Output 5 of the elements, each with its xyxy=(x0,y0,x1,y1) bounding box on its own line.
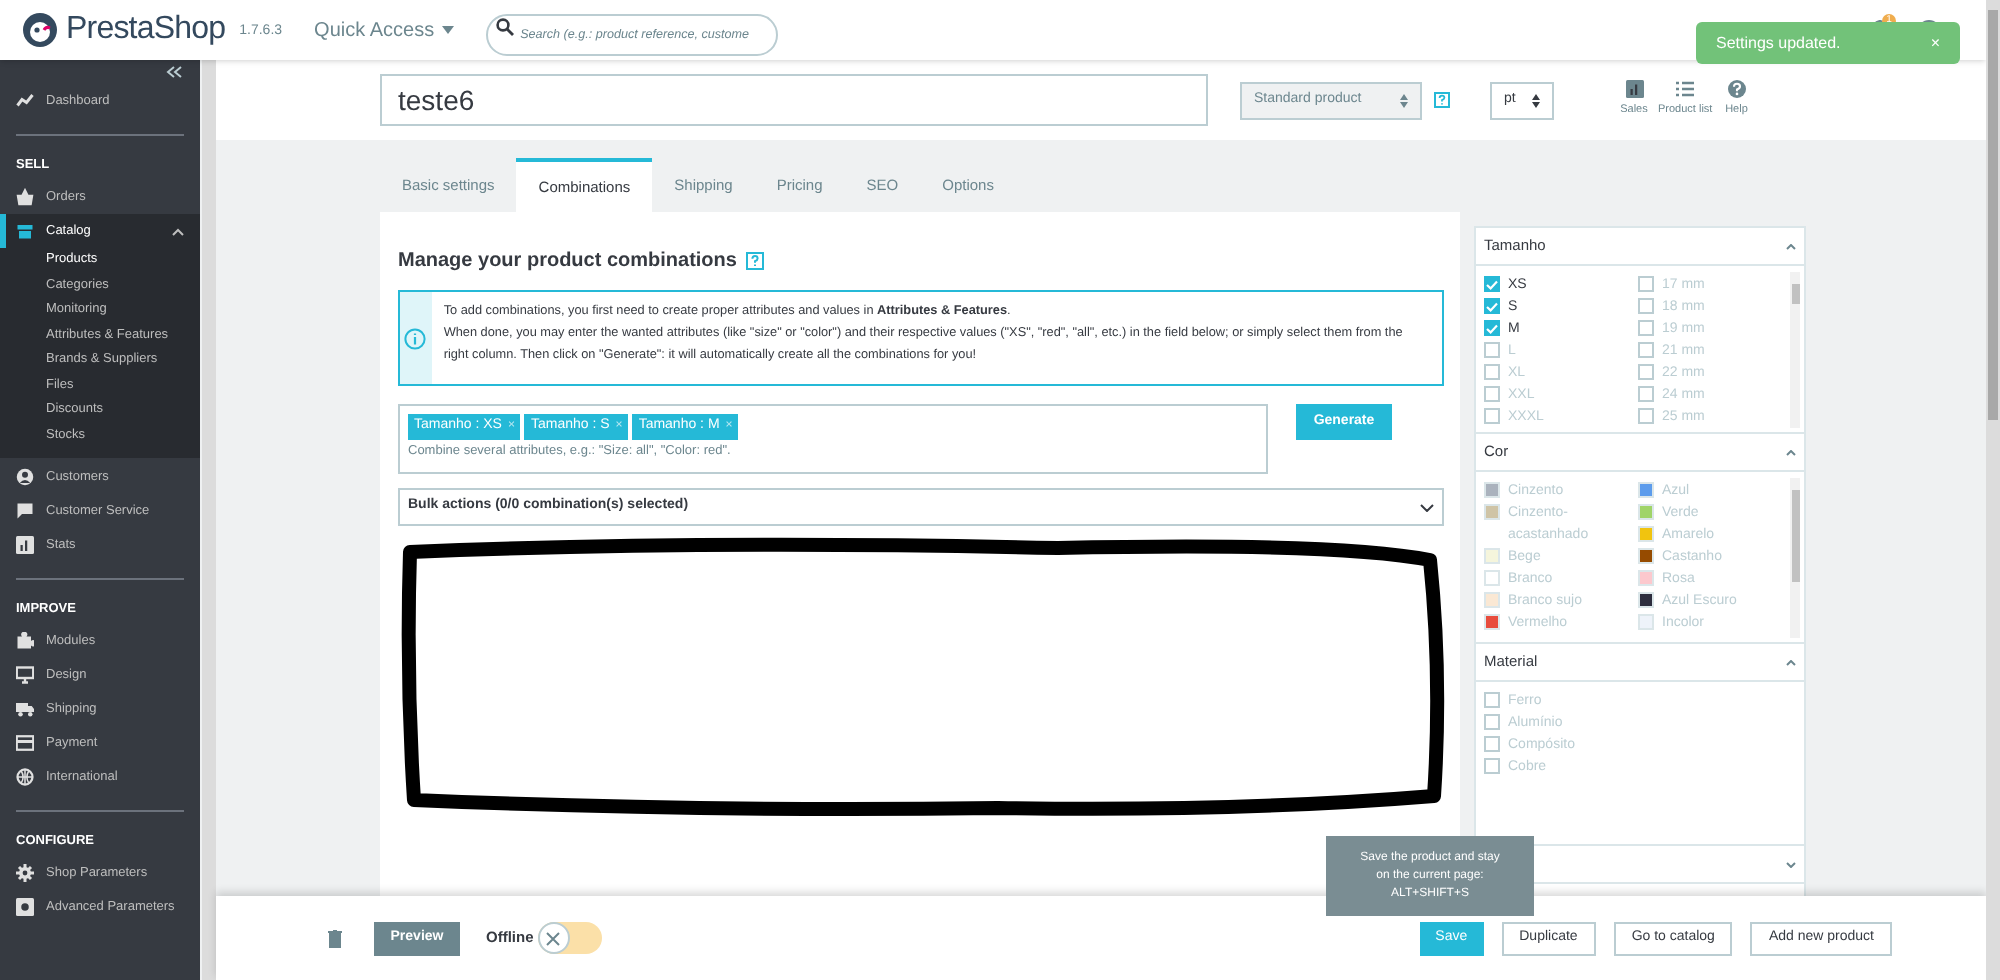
quick-access-button[interactable]: Quick Access xyxy=(314,15,455,45)
product-name-field[interactable]: teste6 xyxy=(380,74,1208,126)
logo-text: PrestaShop xyxy=(66,10,226,50)
toast-message: Settings updated. xyxy=(1716,31,1841,55)
section-title: Manage your product combinations xyxy=(398,248,737,276)
